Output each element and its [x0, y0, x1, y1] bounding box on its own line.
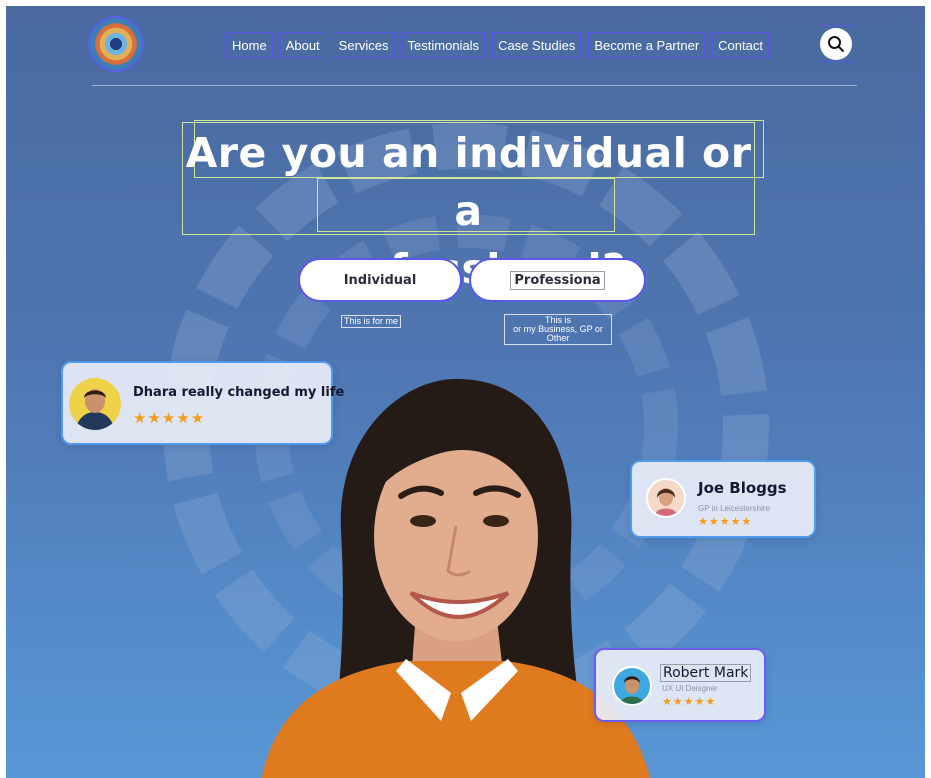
- review-text: Dhara really changed my life: [133, 385, 345, 400]
- star-icon: ★★★★★: [133, 409, 206, 427]
- avatar: [69, 378, 121, 430]
- review-card-joe: Joe Bloggs GP in Leicestershire ★★★★★: [630, 460, 816, 538]
- header-divider: [92, 85, 857, 86]
- nav-services[interactable]: Services: [332, 32, 395, 58]
- reviewer-photo: [620, 676, 644, 704]
- headline-line1: Are you an individual or a: [185, 129, 752, 235]
- nav-about[interactable]: About: [279, 32, 326, 58]
- reviewer-photo: [654, 488, 678, 516]
- nav-contact[interactable]: Contact: [712, 32, 769, 58]
- reviewer-name: Joe Bloggs: [698, 479, 787, 497]
- review-card-robert: Robert Mark UX UI Deisgner ★★★★★: [594, 648, 766, 722]
- reviewer-title: GP in Leicestershire: [698, 504, 770, 513]
- professional-caption-line2: or my Business, GP or Other: [513, 324, 603, 343]
- professional-button-label: Professiona: [510, 270, 605, 290]
- individual-caption: This is for me: [341, 315, 402, 328]
- search-button-wrapper: [817, 25, 854, 62]
- reviewer-name: Robert Mark: [660, 664, 752, 682]
- logo-icon[interactable]: [88, 16, 144, 72]
- hero-section: Home About Services Testimonials Case St…: [6, 6, 925, 778]
- avatar: [612, 666, 652, 706]
- nav-become-partner[interactable]: Become a Partner: [588, 32, 706, 58]
- reviewer-title: UX UI Deisgner: [662, 684, 718, 693]
- professional-button[interactable]: Professiona: [469, 258, 646, 302]
- star-icon: ★★★★★: [698, 515, 753, 528]
- page-title: Are you an individual or a professional?: [182, 124, 755, 298]
- nav-testimonials[interactable]: Testimonials: [401, 32, 486, 58]
- individual-button[interactable]: Individual: [298, 258, 462, 302]
- individual-button-label: Individual: [343, 272, 417, 288]
- search-button[interactable]: [820, 28, 852, 60]
- nav-home[interactable]: Home: [226, 32, 273, 58]
- professional-caption: This is or my Business, GP or Other: [504, 314, 612, 345]
- reviewer-photo: [75, 389, 115, 430]
- nav-case-studies[interactable]: Case Studies: [492, 32, 582, 58]
- avatar: [646, 478, 686, 518]
- review-card-dhara: Dhara really changed my life ★★★★★: [61, 361, 344, 445]
- main-nav: Home About Services Testimonials Case St…: [226, 32, 769, 58]
- star-icon: ★★★★★: [662, 695, 717, 708]
- search-icon: [828, 36, 844, 52]
